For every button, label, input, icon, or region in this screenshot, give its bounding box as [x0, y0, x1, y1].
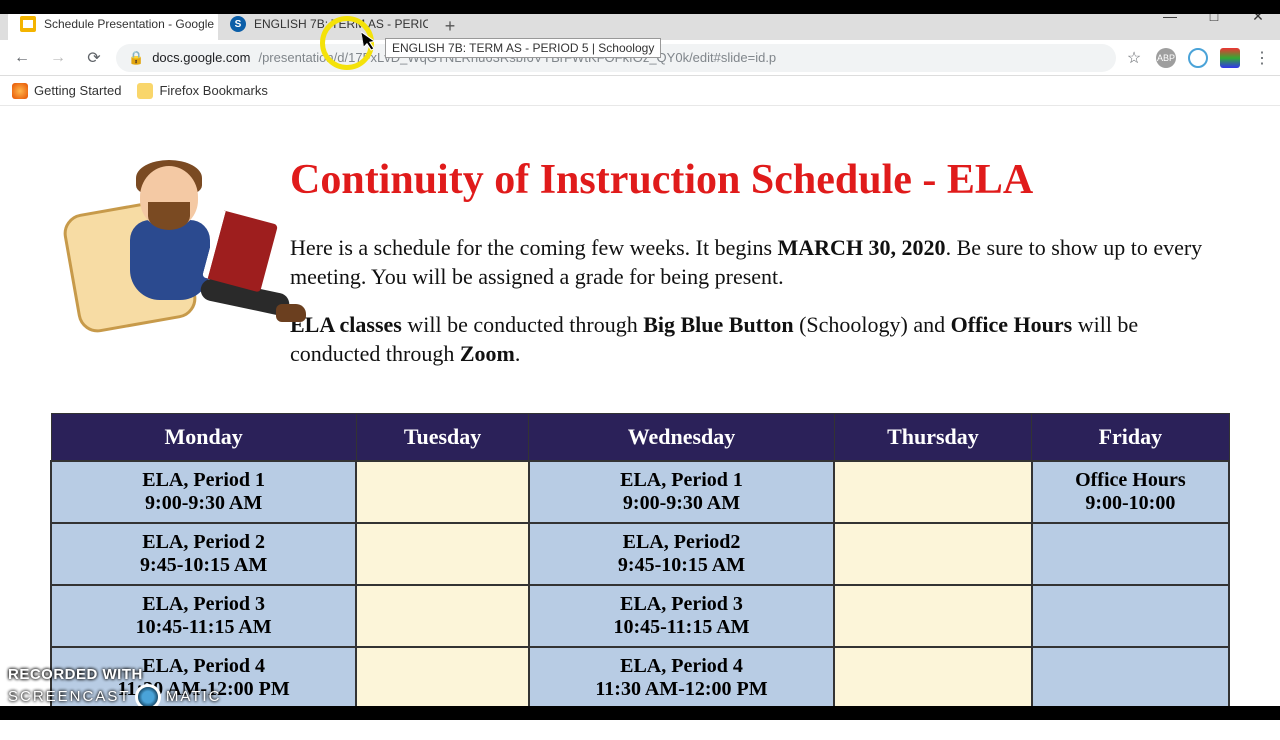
intro-paragraph-1: Here is a schedule for the coming few we…: [290, 234, 1230, 291]
folder-icon: [137, 83, 153, 99]
slide-content: Continuity of Instruction Schedule - ELA…: [0, 106, 1280, 740]
table-row: ELA, Period 19:00-9:30 AM ELA, Period 19…: [51, 461, 1229, 523]
col-thu: Thursday: [834, 414, 1032, 462]
bookmark-bar: Getting Started Firefox Bookmarks: [0, 76, 1280, 106]
ext-icon-1[interactable]: ABP: [1156, 48, 1176, 68]
new-tab-button[interactable]: +: [436, 12, 464, 40]
col-wed: Wednesday: [529, 414, 834, 462]
bottom-letterbox: [0, 706, 1280, 720]
tab-tooltip: ENGLISH 7B: TERM AS - PERIOD 5 | Schoolo…: [385, 38, 661, 58]
url-host: docs.google.com: [152, 50, 250, 65]
ext-icon-3[interactable]: [1220, 48, 1240, 68]
page-title: Continuity of Instruction Schedule - ELA: [290, 156, 1230, 204]
forward-button[interactable]: →: [44, 44, 72, 72]
back-button[interactable]: ←: [8, 44, 36, 72]
star-icon[interactable]: ☆: [1124, 48, 1144, 68]
table-row: ELA, Period 29:45-10:15 AM ELA, Period29…: [51, 523, 1229, 585]
schoology-favicon: S: [230, 16, 246, 32]
schedule-table: Monday Tuesday Wednesday Thursday Friday…: [50, 413, 1230, 710]
col-tue: Tuesday: [356, 414, 529, 462]
col-mon: Monday: [51, 414, 356, 462]
col-fri: Friday: [1032, 414, 1229, 462]
lock-icon: 🔒: [128, 50, 144, 66]
ext-icon-2[interactable]: [1188, 48, 1208, 68]
table-header-row: Monday Tuesday Wednesday Thursday Friday: [51, 414, 1229, 462]
bookmark-getting-started[interactable]: Getting Started: [12, 83, 121, 99]
slides-favicon: [20, 16, 36, 32]
address-right: ☆ ABP ⋮: [1124, 48, 1272, 68]
reload-button[interactable]: ⟳: [80, 44, 108, 72]
menu-icon[interactable]: ⋮: [1252, 48, 1272, 68]
bookmark-firefox-bookmarks[interactable]: Firefox Bookmarks: [137, 83, 267, 99]
intro-paragraph-2: ELA classes will be conducted through Bi…: [290, 311, 1230, 368]
tab-active-title: Schedule Presentation - Google: [44, 17, 214, 31]
tab-second-title: ENGLISH 7B: TERM AS - PERIOD: [254, 17, 428, 31]
screencast-watermark: RECORDED WITH SCREENCAST MATIC: [8, 666, 221, 710]
table-row: ELA, Period 411:30 AM-12:00 PM ELA, Peri…: [51, 647, 1229, 709]
teacher-avatar-illustration: [50, 136, 270, 336]
firefox-icon: [12, 83, 28, 99]
top-letterbox: [0, 0, 1280, 14]
table-row: ELA, Period 310:45-11:15 AM ELA, Period …: [51, 585, 1229, 647]
